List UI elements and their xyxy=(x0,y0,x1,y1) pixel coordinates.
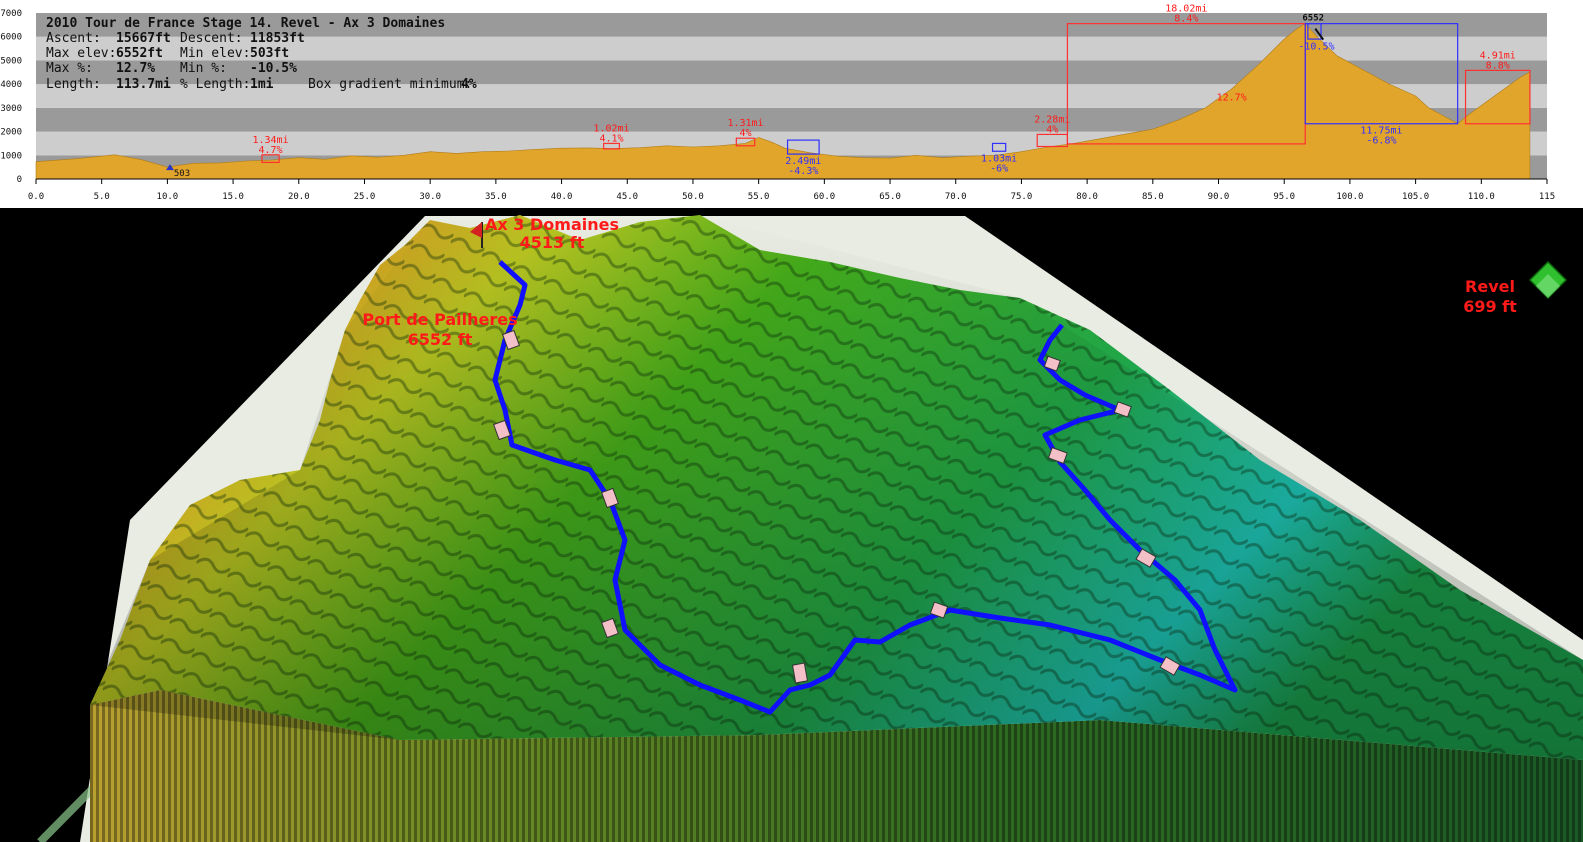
min-pct-value: -10.5% xyxy=(250,61,297,76)
y-tick-label: 3000 xyxy=(0,104,22,114)
terrain-3d-view: Ax 3 Domaines 4513 ft Port de Pailheres … xyxy=(37,215,1583,842)
length-value: 113.7mi xyxy=(116,77,171,92)
box-gradient-label: 8.4% xyxy=(1174,14,1198,25)
max-pct-value: 12.7% xyxy=(116,61,155,76)
finish-name: Ax 3 Domaines xyxy=(485,215,619,234)
x-tick-label: 35.0 xyxy=(485,192,507,202)
box-gradient-label: -6.8% xyxy=(1366,136,1396,147)
x-tick-label: 60.0 xyxy=(814,192,836,202)
x-tick-label: 85.0 xyxy=(1142,192,1164,202)
low-point-label: 503 xyxy=(174,169,190,179)
max-pct-label: Max %: xyxy=(46,61,93,76)
descent-label: Descent: xyxy=(180,31,243,46)
ascent-label: Ascent: xyxy=(46,31,101,46)
x-tick-label: 5.0 xyxy=(94,192,110,202)
elevation-profile-chart: 01000200030004000500060007000 1.34mi4.7%… xyxy=(0,0,1583,208)
x-tick-label: 30.0 xyxy=(419,192,441,202)
box-gradient-label: -4.3% xyxy=(788,166,818,177)
start-flag-icon xyxy=(1528,260,1568,300)
x-tick-label: 0.0 xyxy=(28,192,44,202)
summit-elevation: 6552 ft xyxy=(408,330,473,349)
max-gradient-label: 12.7% xyxy=(1217,93,1247,104)
x-tick-label: 75.0 xyxy=(1011,192,1033,202)
y-tick-label: 6000 xyxy=(0,33,22,43)
x-tick-label: 105.0 xyxy=(1402,192,1429,202)
max-elev-value: 6552ft xyxy=(116,46,163,61)
min-elev-value: 503ft xyxy=(250,46,289,61)
x-tick-label: 110.0 xyxy=(1468,192,1495,202)
chart-title: 2010 Tour de France Stage 14. Revel - Ax… xyxy=(46,16,445,31)
x-tick-label: 25.0 xyxy=(354,192,376,202)
summit-label: 6552 xyxy=(1302,14,1324,24)
x-tick-label: 100.0 xyxy=(1336,192,1363,202)
box-gradient-min-label: Box gradient minimum: xyxy=(308,77,472,92)
box-gradient-label: 4.1% xyxy=(599,133,623,144)
box-gradient-label: -10.5% xyxy=(1298,42,1334,53)
y-tick-label: 0 xyxy=(17,175,22,185)
box-gradient-label: -6% xyxy=(990,163,1008,174)
start-elevation: 699 ft xyxy=(1463,297,1517,316)
km-marker xyxy=(791,662,809,684)
min-pct-label: Min %: xyxy=(180,61,227,76)
max-elev-label: Max elev: xyxy=(46,46,116,61)
x-tick-label: 65.0 xyxy=(879,192,901,202)
length-label: Length: xyxy=(46,77,101,92)
x-tick-label: 70.0 xyxy=(945,192,967,202)
x-tick-label: 55.0 xyxy=(748,192,770,202)
finish-elevation: 4513 ft xyxy=(520,233,585,252)
x-tick-label: 45.0 xyxy=(616,192,638,202)
y-tick-label: 2000 xyxy=(0,128,22,138)
descent-value: 11853ft xyxy=(250,31,305,46)
y-tick-label: 5000 xyxy=(0,56,22,66)
y-tick-label: 1000 xyxy=(0,151,22,161)
min-elev-label: Min elev: xyxy=(180,46,250,61)
y-tick-label: 4000 xyxy=(0,80,22,90)
box-gradient-label: 4% xyxy=(739,128,751,139)
x-tick-label: 50.0 xyxy=(682,192,704,202)
y-tick-label: 7000 xyxy=(0,9,22,19)
start-name: Revel xyxy=(1465,277,1515,296)
x-tick-label: 95.0 xyxy=(1273,192,1295,202)
x-tick-label: 80.0 xyxy=(1076,192,1098,202)
x-tick-label: 10.0 xyxy=(157,192,179,202)
x-tick-label: 115 xyxy=(1539,192,1555,202)
x-tick-label: 20.0 xyxy=(288,192,310,202)
box-gradient-min-value: 4% xyxy=(461,77,477,92)
pct-length-value: 1mi xyxy=(250,77,274,92)
box-gradient-label: 4.7% xyxy=(258,145,282,156)
box-gradient-label: 4% xyxy=(1046,124,1058,135)
x-tick-label: 90.0 xyxy=(1208,192,1230,202)
summit-name: Port de Pailheres xyxy=(362,310,517,329)
x-tick-label: 40.0 xyxy=(551,192,573,202)
pct-length-label: % Length: xyxy=(180,77,250,92)
ascent-value: 15667ft xyxy=(116,31,171,46)
x-tick-label: 15.0 xyxy=(222,192,244,202)
box-gradient-label: 8.8% xyxy=(1486,60,1510,71)
